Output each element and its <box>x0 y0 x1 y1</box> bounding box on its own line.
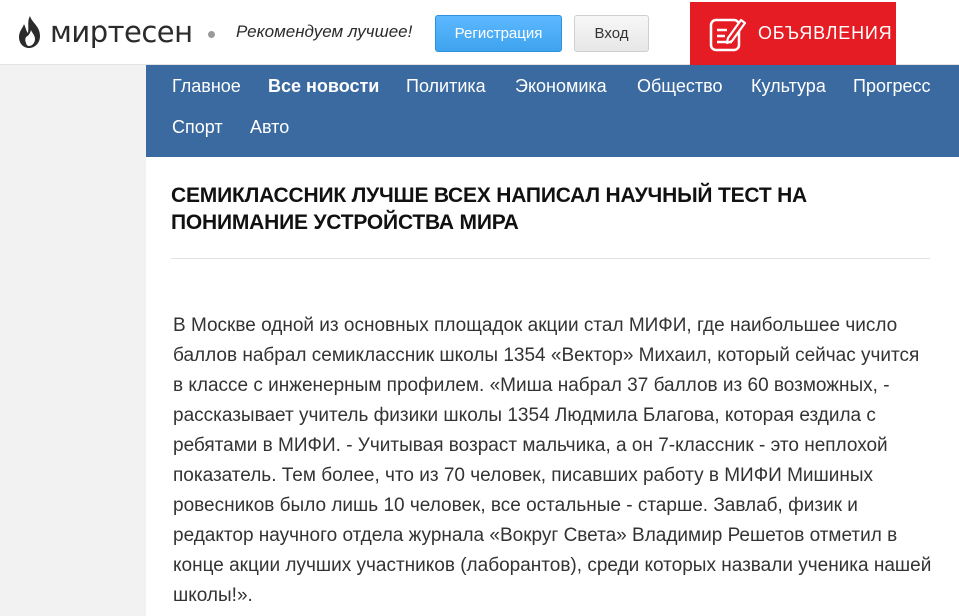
slogan: Рекомендуем лучшее! <box>236 22 413 41</box>
nav-item-sport[interactable]: Спорт <box>172 117 223 138</box>
article-title: СЕМИКЛАССНИК ЛУЧШЕ ВСЕХ НАПИСАЛ НАУЧНЫЙ … <box>171 184 808 234</box>
logo-text: миртесен <box>50 15 193 49</box>
main-nav: Главное Все новости Политика Экономика О… <box>146 65 959 157</box>
site-logo[interactable]: миртесен <box>16 14 193 50</box>
ads-label: ОБЪЯВЛЕНИЯ <box>758 23 893 43</box>
nav-item-progress[interactable]: Прогресс <box>853 76 931 97</box>
article-container: СЕМИКЛАССНИК ЛУЧШЕ ВСЕХ НАПИСАЛ НАУЧНЫЙ … <box>146 157 959 616</box>
nav-item-society[interactable]: Общество <box>637 76 723 97</box>
top-header: миртесен Рекомендуем лучшее! Регистрация… <box>0 0 959 65</box>
nav-item-auto[interactable]: Авто <box>250 117 289 138</box>
flame-icon <box>19 16 40 48</box>
title-divider <box>171 258 930 259</box>
article-body: В Москве одной из основных площадок акци… <box>173 315 932 606</box>
nav-item-main[interactable]: Главное <box>172 76 241 97</box>
login-button[interactable]: Вход <box>574 15 649 52</box>
separator-dot <box>208 31 215 38</box>
nav-item-all-news[interactable]: Все новости <box>268 76 379 97</box>
ads-button[interactable]: ОБЪЯВЛЕНИЯ <box>690 2 896 65</box>
edit-note-icon <box>709 18 747 51</box>
nav-item-economy[interactable]: Экономика <box>515 76 607 97</box>
nav-item-culture[interactable]: Культура <box>751 76 826 97</box>
register-button[interactable]: Регистрация <box>435 15 562 52</box>
nav-item-politics[interactable]: Политика <box>406 76 486 97</box>
